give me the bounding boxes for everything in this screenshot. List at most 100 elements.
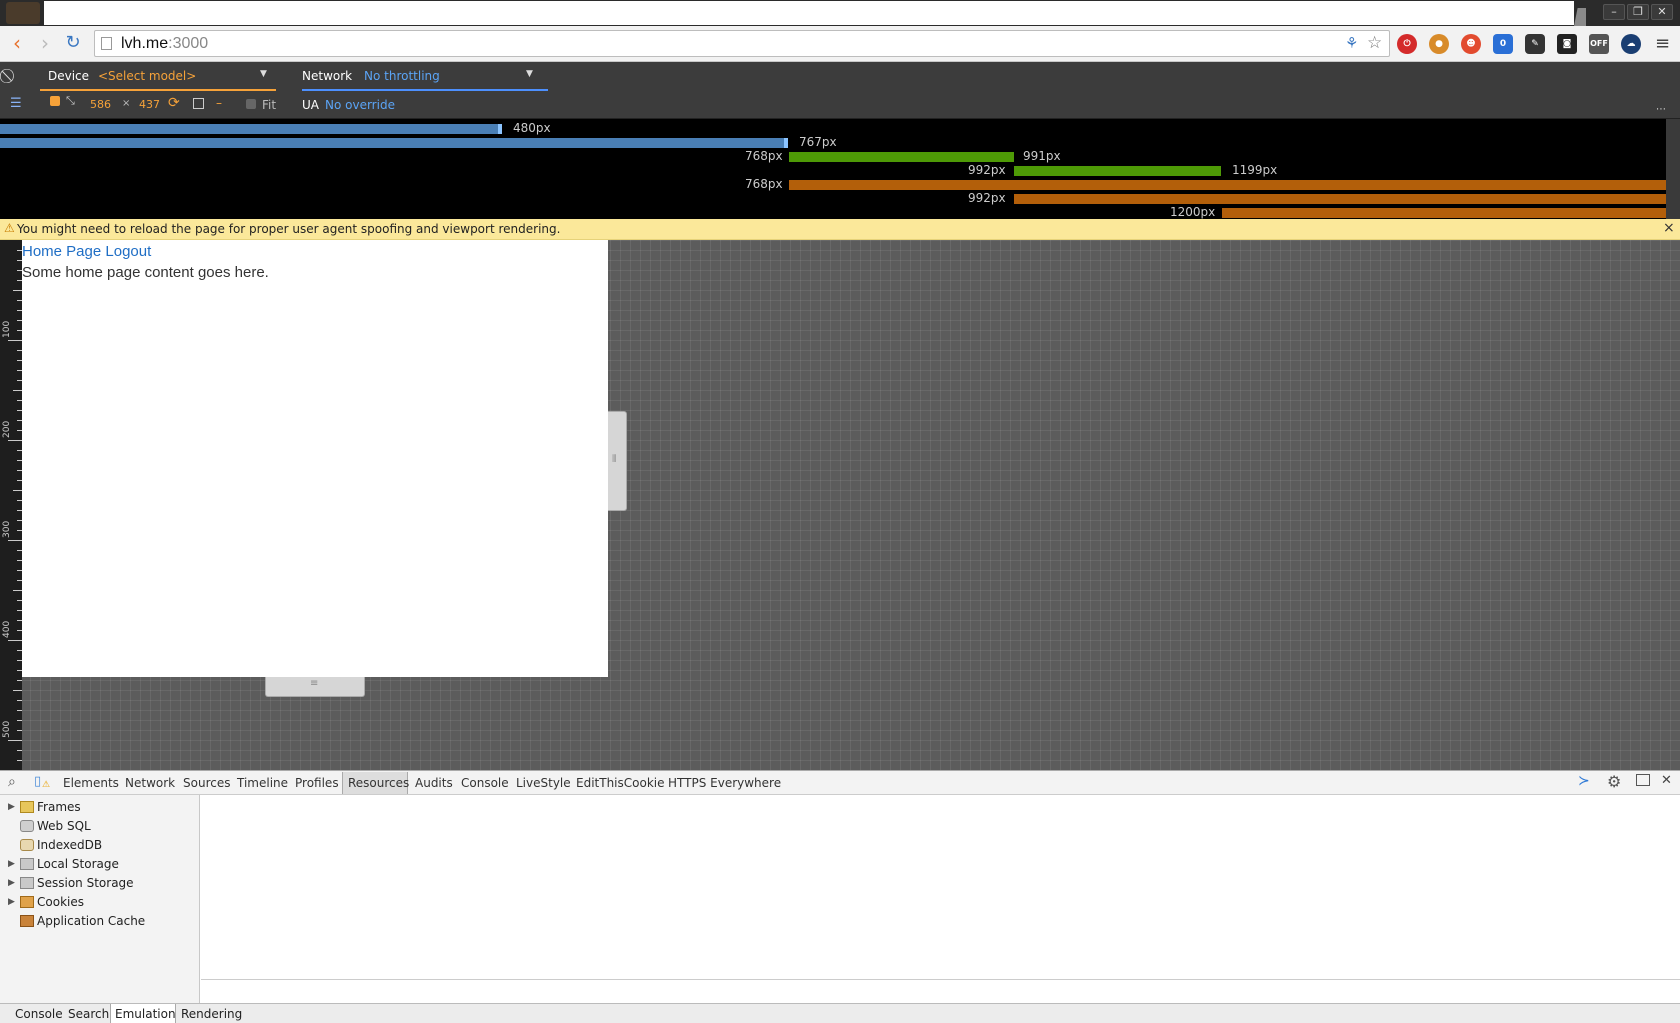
drawer-tab-emulation[interactable]: Emulation bbox=[115, 1007, 176, 1021]
ruler-label: 100 bbox=[2, 320, 12, 338]
ruler-label: 300 bbox=[2, 520, 12, 538]
adblock-extension-icon[interactable]: ⏻ bbox=[1397, 34, 1417, 54]
tab-elements[interactable]: Elements bbox=[63, 776, 119, 790]
ua-override-select[interactable]: No override bbox=[325, 98, 395, 112]
cookie-extension-icon[interactable]: ● bbox=[1429, 34, 1449, 54]
media-query-bars: 480px 767px 768px 991px 992px 1199px 768… bbox=[0, 119, 1666, 219]
close-window-button[interactable]: ✕ bbox=[1651, 4, 1673, 20]
forward-icon[interactable]: › bbox=[34, 33, 56, 55]
pixel-ratio-value[interactable]: – bbox=[216, 96, 222, 110]
device-label: Device bbox=[48, 69, 90, 83]
back-icon[interactable]: ‹ bbox=[6, 33, 28, 55]
ruler-label: 400 bbox=[2, 620, 12, 638]
menu-icon[interactable]: ≡ bbox=[1655, 33, 1670, 54]
tree-item-application-cache[interactable]: Application Cache bbox=[20, 912, 145, 930]
drawer-tab-search[interactable]: Search bbox=[68, 1007, 109, 1021]
tab-resources[interactable]: Resources bbox=[348, 776, 409, 790]
expand-arrow-icon[interactable]: ▶ bbox=[8, 798, 15, 816]
bookmark-star-icon[interactable]: ☆ bbox=[1367, 33, 1382, 53]
tree-item-session-storage[interactable]: ▶ Session Storage bbox=[8, 874, 134, 892]
media-query-label: 992px bbox=[968, 191, 1006, 205]
tab-console[interactable]: Console bbox=[461, 776, 509, 790]
media-query-label: 991px bbox=[1023, 149, 1061, 163]
cache-grid-icon bbox=[20, 915, 34, 927]
fit-label: Fit bbox=[262, 98, 277, 112]
eyedropper-extension-icon[interactable]: ✎ bbox=[1525, 34, 1545, 54]
media-query-bar-min-992[interactable] bbox=[1014, 194, 1666, 204]
device-mode-icon[interactable]: ▯ bbox=[34, 774, 41, 789]
translate-icon[interactable]: ⚘ bbox=[1345, 34, 1358, 52]
tab-profiles[interactable]: Profiles bbox=[295, 776, 339, 790]
expand-arrow-icon[interactable]: ▶ bbox=[8, 855, 15, 873]
media-query-bar-max-480[interactable] bbox=[0, 124, 500, 134]
search-icon[interactable]: ⌕ bbox=[8, 774, 16, 790]
tree-item-web-sql[interactable]: Web SQL bbox=[20, 817, 91, 835]
devtools-tabbar: ⌕ ▯ ⚠ Elements Network Sources Timeline … bbox=[0, 770, 1680, 795]
resources-main-panel bbox=[201, 795, 1680, 980]
tab-sources[interactable]: Sources bbox=[183, 776, 230, 790]
tree-item-frames[interactable]: ▶ Frames bbox=[8, 798, 81, 816]
device-model-select[interactable]: <Select model> bbox=[98, 69, 196, 83]
tab-timeline[interactable]: Timeline bbox=[237, 776, 288, 790]
cloud-extension-icon[interactable]: ☁ bbox=[1621, 34, 1641, 54]
media-query-label: 768px bbox=[745, 149, 783, 163]
swap-dimensions-icon[interactable]: ⟳ bbox=[168, 95, 180, 111]
browser-tab[interactable] bbox=[44, 1, 1574, 25]
reload-icon[interactable]: ↻ bbox=[62, 33, 84, 55]
console-drawer-icon[interactable]: ≻ bbox=[1578, 773, 1590, 789]
width-input[interactable]: 586 bbox=[90, 98, 111, 111]
ua-label: UA bbox=[302, 98, 319, 112]
gear-icon[interactable]: ⚙ bbox=[1607, 772, 1621, 791]
glasses-extension-icon[interactable]: ◙ bbox=[1557, 34, 1577, 54]
tab-https-everywhere[interactable]: HTTPS Everywhere bbox=[668, 776, 781, 790]
resolution-checkbox[interactable] bbox=[50, 96, 60, 106]
minimize-button[interactable]: – bbox=[1603, 4, 1625, 20]
livestyle-extension-icon[interactable]: ☻ bbox=[1461, 34, 1481, 54]
dock-icon[interactable] bbox=[1636, 774, 1650, 786]
expand-arrow-icon[interactable]: ▶ bbox=[8, 874, 15, 892]
network-throttling-select[interactable]: No throttling bbox=[364, 69, 440, 83]
expand-arrow-icon[interactable]: ▶ bbox=[8, 893, 15, 911]
media-queries-icon[interactable]: ☰ bbox=[10, 96, 22, 111]
tree-item-cookies[interactable]: ▶ Cookies bbox=[8, 893, 84, 911]
tab-network[interactable]: Network bbox=[125, 776, 175, 790]
tab-editthiscookie[interactable]: EditThisCookie bbox=[576, 776, 665, 790]
close-devtools-icon[interactable]: ✕ bbox=[1661, 773, 1672, 788]
tree-item-indexeddb[interactable]: IndexedDB bbox=[20, 836, 102, 854]
media-query-bar-min-1200[interactable] bbox=[1222, 208, 1666, 218]
media-query-bar-max-767[interactable] bbox=[0, 138, 786, 148]
media-query-bar-768-991[interactable] bbox=[789, 152, 1014, 162]
close-icon[interactable]: × bbox=[1663, 220, 1675, 236]
media-query-label: 992px bbox=[968, 163, 1006, 177]
media-query-label: 1199px bbox=[1232, 163, 1278, 177]
url-text: lvh.me:3000 bbox=[121, 35, 209, 52]
drawer-tab-rendering[interactable]: Rendering bbox=[181, 1007, 242, 1021]
tab-audits[interactable]: Audits bbox=[415, 776, 453, 790]
chevron-down-icon[interactable]: ▼ bbox=[260, 69, 267, 79]
resize-width-handle[interactable]: ⦀ bbox=[608, 411, 627, 511]
database-icon bbox=[20, 820, 34, 832]
media-query-marker bbox=[498, 124, 502, 134]
home-page-link[interactable]: Home Page bbox=[22, 243, 101, 260]
restore-button[interactable]: ❐ bbox=[1627, 4, 1649, 20]
chevron-down-icon[interactable]: ▼ bbox=[526, 69, 533, 79]
device-pixel-ratio-icon[interactable] bbox=[193, 98, 204, 109]
address-bar[interactable]: lvh.me:3000 ⚘ ☆ bbox=[94, 30, 1390, 57]
resolution-icon: ⤡ bbox=[66, 94, 75, 107]
more-options-icon[interactable]: ⋯ bbox=[1656, 104, 1666, 115]
media-query-scrollbar[interactable] bbox=[1666, 119, 1680, 219]
https-off-extension-icon[interactable]: OFF bbox=[1589, 34, 1609, 54]
resize-height-handle[interactable]: ≡ bbox=[265, 677, 365, 697]
tree-item-local-storage[interactable]: ▶ Local Storage bbox=[8, 855, 119, 873]
logout-link[interactable]: Logout bbox=[105, 243, 151, 260]
tab-livestyle[interactable]: LiveStyle bbox=[516, 776, 571, 790]
emulated-page: Home Page Logout Some home page content … bbox=[22, 240, 608, 677]
fit-checkbox[interactable] bbox=[246, 99, 256, 109]
page-icon bbox=[101, 37, 112, 50]
drawer-tab-console[interactable]: Console bbox=[15, 1007, 63, 1021]
height-input[interactable]: 437 bbox=[139, 98, 160, 111]
ghostery-extension-icon[interactable]: 0 bbox=[1493, 34, 1513, 54]
media-query-bar-min-768[interactable] bbox=[789, 180, 1666, 190]
media-query-bar-992-1199[interactable] bbox=[1014, 166, 1221, 176]
warning-icon: ⚠ bbox=[42, 780, 51, 790]
